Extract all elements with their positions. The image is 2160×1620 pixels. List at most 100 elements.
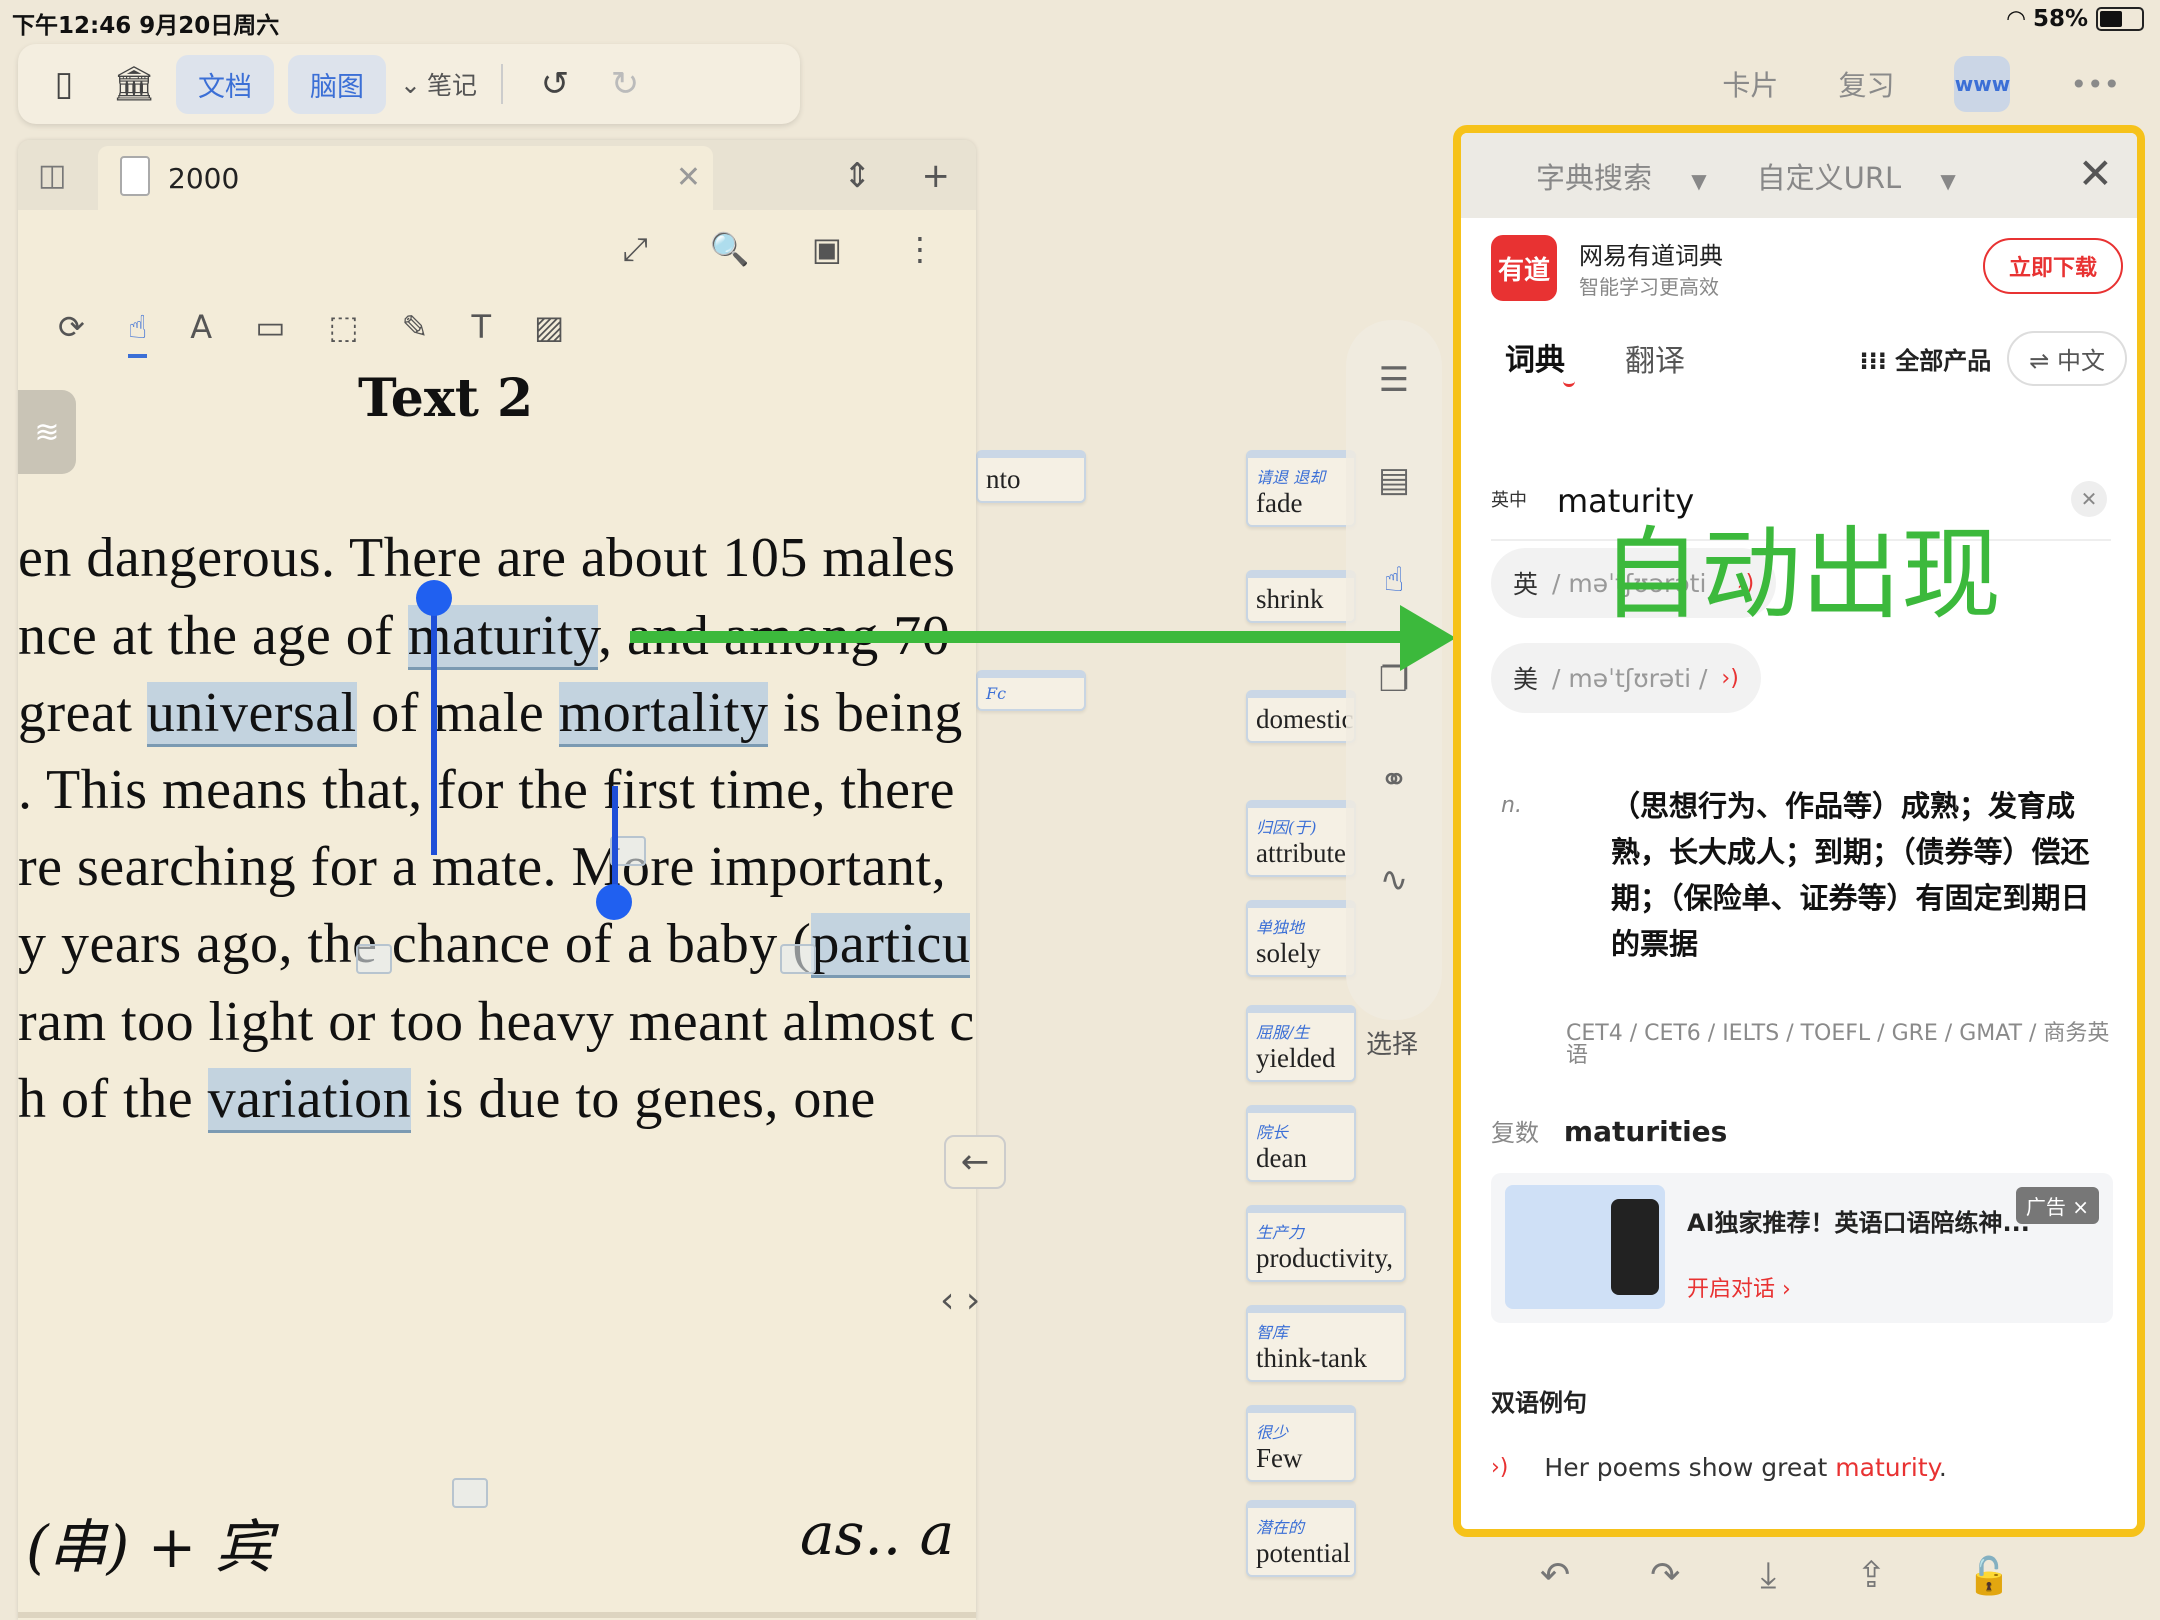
layers-icon[interactable]: ≋ — [18, 390, 76, 474]
pointer-tool-icon[interactable]: ☝ — [127, 308, 148, 358]
tab-actions: ⇕ + — [843, 156, 950, 196]
custom-url-dropdown[interactable]: 自定义URL ▼ — [1757, 155, 1956, 197]
document-line[interactable]: en dangerous. There are about 105 males — [18, 526, 976, 590]
redo-icon[interactable]: ↷ — [1650, 1555, 1680, 1597]
document-line[interactable]: great universal of male mortality is bei… — [18, 681, 976, 747]
selection-start-handle[interactable] — [416, 580, 452, 616]
card-button[interactable]: 卡片 — [1722, 64, 1778, 104]
page-title: Text 2 — [358, 368, 534, 429]
selection-end-handle[interactable] — [596, 884, 632, 920]
download-button[interactable]: 立即下载 — [1982, 238, 2123, 294]
library-icon[interactable]: 🏛 — [106, 56, 162, 112]
highlighted-word[interactable]: variation — [207, 1068, 412, 1133]
redo-icon[interactable]: ↻ — [597, 56, 653, 112]
annotation-arrow-head — [1400, 605, 1456, 671]
vocab-card[interactable]: 归因(于) attribute — [1246, 800, 1356, 877]
vocab-card[interactable]: shrink — [1246, 570, 1356, 623]
vocab-card[interactable]: Fc — [976, 670, 1086, 711]
memo-icon[interactable] — [356, 944, 392, 974]
fullscreen-icon[interactable]: ⤢ — [622, 230, 648, 269]
vocab-card[interactable]: 很少 Few — [1246, 1405, 1356, 1482]
sidebar-toggle-icon[interactable]: ▯ — [36, 56, 92, 112]
ad-cta-link[interactable]: 开启对话 › — [1687, 1271, 1791, 1303]
us-label: 美 — [1513, 665, 1539, 694]
image-icon[interactable]: ▨ — [534, 308, 564, 358]
sort-icon[interactable]: ⇕ — [843, 156, 872, 196]
vocab-card[interactable]: 院长 dean — [1246, 1105, 1356, 1182]
us-pronunciation[interactable]: 美 / məˈtʃʊrəti / ›) — [1491, 643, 1761, 713]
document-line[interactable]: h of the variation is due to genes, one — [18, 1067, 976, 1133]
mindmap-mode-button[interactable]: 脑图 — [288, 54, 386, 114]
plural-word[interactable]: maturities — [1564, 1115, 1727, 1148]
more-icon[interactable]: ••• — [2070, 68, 2120, 101]
highlighted-word[interactable]: universal — [146, 682, 357, 747]
vocab-card[interactable]: 单独地 solely — [1246, 900, 1356, 977]
document-tab[interactable]: 2000 ✕ — [98, 146, 713, 210]
language-toggle-button[interactable]: ⇌ 中文 — [2007, 330, 2127, 386]
example-post: . — [1938, 1453, 1947, 1482]
close-icon[interactable]: ✕ — [2078, 149, 2113, 198]
link-icon[interactable]: ⚭ — [1380, 760, 1409, 800]
split-view-icon[interactable]: ◫ — [38, 158, 66, 193]
web-search-icon[interactable]: www — [1954, 56, 2011, 112]
vocab-card[interactable]: nto — [976, 450, 1086, 503]
clear-icon[interactable]: ✕ — [2071, 481, 2107, 517]
undo-icon[interactable]: ↺ — [527, 56, 583, 112]
curve-icon[interactable]: ∿ — [1380, 860, 1409, 900]
document-line[interactable]: re searching for a mate. More important, — [18, 835, 976, 899]
page-nav-arrows-icon[interactable]: ‹ › — [940, 1280, 980, 1321]
tab-dictionary[interactable]: 词典 — [1505, 335, 1575, 387]
ad-card[interactable]: AI独家推荐！英语口语陪练神... 广告 × 开启对话 › — [1491, 1173, 2113, 1323]
vocab-card[interactable]: 潜在的 potential — [1246, 1500, 1356, 1577]
crop-icon[interactable]: ⬚ — [328, 308, 358, 358]
note-dropdown[interactable]: ⌄ 笔记 — [400, 66, 477, 102]
download-icon[interactable]: ⤓ — [1760, 1555, 1776, 1597]
search-doc-icon[interactable]: 🔍 — [710, 230, 750, 269]
annotation-arrow — [630, 631, 1430, 643]
share-icon[interactable]: ⇪ — [1856, 1555, 1886, 1597]
vocab-card[interactable]: 生产力 productivity, — [1246, 1205, 1406, 1282]
text-highlight-icon[interactable]: A — [190, 308, 212, 358]
select-label[interactable]: 选择 — [1366, 1024, 1418, 1061]
line-text: re searching for a mate. More important, — [18, 836, 947, 898]
vocab-card[interactable]: 屈服/生 yielded — [1246, 1005, 1356, 1082]
ad-close-tag[interactable]: 广告 × — [2015, 1187, 2099, 1224]
vocab-card[interactable]: 请退 退却 fade — [1246, 450, 1356, 527]
vocab-card[interactable]: 智库 think-tank — [1246, 1305, 1406, 1382]
highlighted-word[interactable]: mortality — [558, 682, 769, 747]
add-tab-icon[interactable]: + — [922, 156, 951, 196]
review-button[interactable]: 复习 — [1838, 64, 1894, 104]
rotate-icon[interactable]: ⟳ — [58, 308, 85, 358]
memo-icon[interactable] — [452, 1478, 488, 1508]
undo-icon[interactable]: ↶ — [1540, 1555, 1570, 1597]
card-chinese: 院长 — [1256, 1123, 1289, 1142]
memo-icon[interactable] — [780, 944, 816, 974]
bookmark-icon[interactable]: ▣ — [812, 230, 842, 269]
collapse-panel-icon[interactable]: ← — [944, 1135, 1006, 1189]
highlighted-word[interactable]: particu — [811, 913, 971, 978]
speaker-icon[interactable]: ›) — [1491, 1455, 1508, 1480]
all-products-button[interactable]: ⁝⁝⁝ 全部产品 — [1860, 341, 1992, 376]
card-chinese: 归因(于) — [1256, 818, 1317, 837]
lock-icon[interactable]: 🔓 — [1966, 1555, 2011, 1597]
more-vertical-icon[interactable]: ⋮ — [904, 230, 936, 269]
doc-mode-button[interactable]: 文档 — [176, 54, 274, 114]
tab-translate[interactable]: 翻译 — [1625, 336, 1685, 380]
layout-icon[interactable]: ▤ — [1378, 460, 1410, 500]
speaker-icon[interactable]: ›) — [1721, 666, 1738, 691]
line-text: y years ago, the chance of a baby ( — [18, 913, 812, 975]
pointer-icon[interactable]: ☝ — [1384, 560, 1405, 600]
ad-title: AI独家推荐！英语口语陪练神... — [1687, 1209, 2030, 1237]
list-icon[interactable]: ☰ — [1379, 360, 1409, 400]
vocab-card[interactable]: domestic — [1246, 690, 1356, 743]
document-line[interactable]: y years ago, the chance of a baby (parti… — [18, 912, 976, 978]
pen-icon[interactable]: ✎ — [402, 308, 429, 358]
dictionary-search-dropdown[interactable]: 字典搜索 ▼ — [1536, 155, 1707, 197]
document-line[interactable]: . This means that, for the first time, t… — [18, 758, 976, 822]
note-label: 笔记 — [426, 71, 477, 100]
text-box-icon[interactable]: T — [471, 308, 491, 358]
rectangle-select-icon[interactable]: ▭ — [255, 308, 285, 358]
us-phonetic: / məˈtʃʊrəti / — [1552, 663, 1708, 693]
document-line[interactable]: ram too light or too heavy meant almost … — [18, 990, 976, 1054]
close-tab-icon[interactable]: ✕ — [676, 160, 701, 195]
